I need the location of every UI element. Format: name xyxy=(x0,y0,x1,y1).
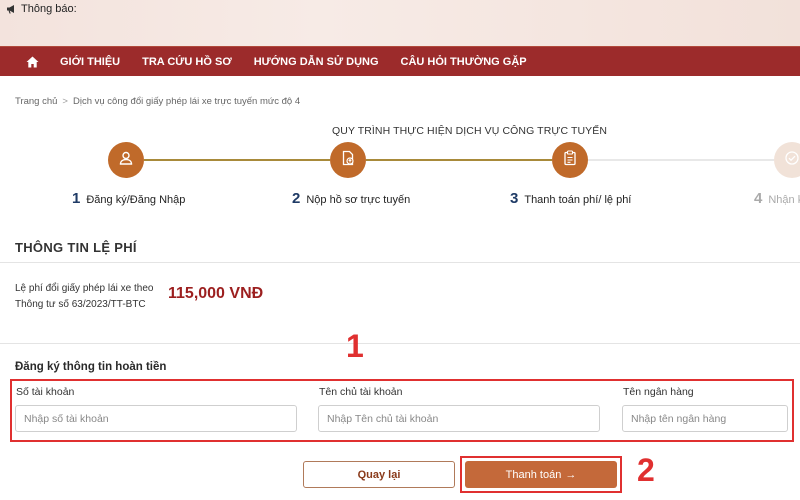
breadcrumb-home[interactable]: Trang chủ xyxy=(15,96,57,107)
bank-name-input[interactable] xyxy=(622,405,788,432)
breadcrumb-separator: > xyxy=(62,96,68,107)
step-4-text: Nhận k xyxy=(768,194,800,206)
step-4-label: 4 Nhận k xyxy=(754,190,800,207)
check-circle-icon xyxy=(784,150,800,171)
step-1-text: Đăng ký/Đăng Nhập xyxy=(86,194,186,206)
main-navbar: GIỚI THIỆU TRA CỨU HỒ SƠ HƯỚNG DẪN SỬ DỤ… xyxy=(0,46,800,76)
fee-section-title: THÔNG TIN LỆ PHÍ xyxy=(15,240,137,255)
nav-item-cau-hoi-thuong-gap[interactable]: CÂU HỎI THƯỜNG GẶP xyxy=(401,56,527,68)
step-2-circle xyxy=(330,142,366,178)
pay-button-label: Thanh toán xyxy=(505,468,562,481)
step-3-text: Thanh toán phí/ lệ phí xyxy=(524,194,632,206)
step-1-label: 1 Đăng ký/Đăng Nhập xyxy=(72,190,185,207)
megaphone-icon xyxy=(6,4,18,14)
fee-amount: 115,000 VNĐ xyxy=(168,285,264,302)
annotation-marker-1: 1 xyxy=(346,328,364,364)
step-2-text: Nộp hồ sơ trực tuyến xyxy=(306,194,411,206)
account-holder-label: Tên chủ tài khoản xyxy=(319,386,403,398)
step-connector-3 xyxy=(588,159,774,161)
user-icon xyxy=(118,150,134,171)
nav-item-gioi-thieu[interactable]: GIỚI THIỆU xyxy=(60,56,120,68)
step-2-label: 2 Nộp hồ sơ trực tuyến xyxy=(292,190,410,207)
notice: Thông báo: xyxy=(6,3,77,15)
breadcrumb: Trang chủ > Dịch vụ công đổi giấy phép l… xyxy=(15,96,300,107)
back-button[interactable]: Quay lại xyxy=(303,461,455,488)
top-banner: Thông báo: xyxy=(0,0,800,46)
breadcrumb-current: Dịch vụ công đổi giấy phép lái xe trực t… xyxy=(72,96,301,107)
step-4-circle xyxy=(774,142,800,178)
bank-name-label: Tên ngân hàng xyxy=(623,386,694,398)
step-4-number: 4 xyxy=(754,190,763,207)
step-1-number: 1 xyxy=(72,190,81,207)
step-connector-2 xyxy=(366,159,552,161)
account-number-input[interactable] xyxy=(15,405,297,432)
fee-label: Lệ phí đổi giấy phép lái xe theo Thông t… xyxy=(15,283,154,310)
clipboard-icon xyxy=(562,149,578,171)
step-connector-1 xyxy=(144,159,330,161)
process-title: QUY TRÌNH THỰC HIỆN DỊCH VỤ CÔNG TRỰC TU… xyxy=(332,125,608,137)
annotation-marker-2: 2 xyxy=(637,452,655,488)
notice-label: Thông báo: xyxy=(21,3,77,15)
nav-item-huong-dan-su-dung[interactable]: HƯỚNG DẪN SỬ DỤNG xyxy=(254,56,379,68)
step-2-number: 2 xyxy=(292,190,301,207)
step-3-label: 3 Thanh toán phí/ lệ phí xyxy=(510,190,631,207)
arrow-right-icon: → xyxy=(565,468,577,481)
account-holder-input[interactable] xyxy=(318,405,600,432)
nav-item-tra-cuu-ho-so[interactable]: TRA CỨU HỒ SƠ xyxy=(142,56,232,68)
home-icon[interactable] xyxy=(22,52,42,72)
document-upload-icon xyxy=(340,150,356,171)
fee-divider-top xyxy=(0,262,800,263)
pay-button[interactable]: Thanh toán → xyxy=(465,461,617,488)
refund-section-title: Đăng ký thông tin hoàn tiền xyxy=(15,361,167,373)
fee-divider-bottom xyxy=(0,343,800,344)
step-3-circle xyxy=(552,142,588,178)
step-1-circle xyxy=(108,142,144,178)
account-number-label: Số tài khoản xyxy=(16,386,75,398)
step-3-number: 3 xyxy=(510,190,519,207)
